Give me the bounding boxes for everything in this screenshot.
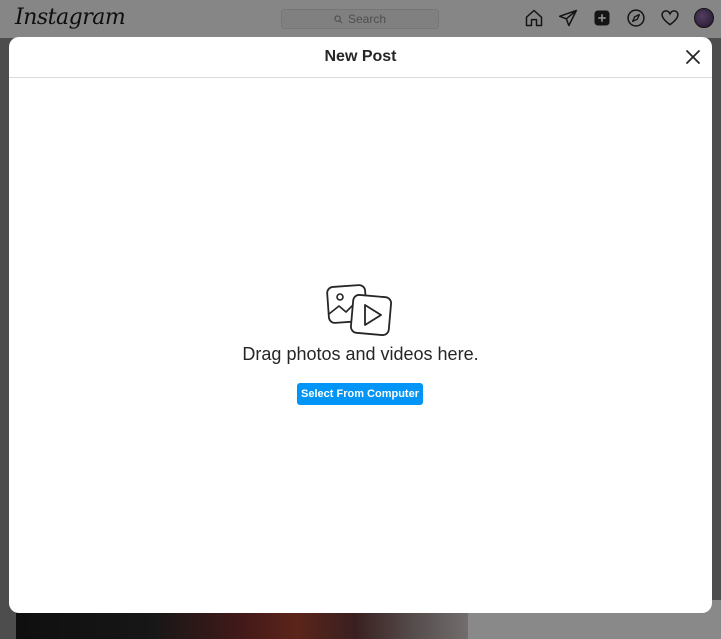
dialog-header: New Post (9, 37, 712, 78)
select-from-computer-button[interactable]: Select From Computer (297, 383, 423, 405)
new-post-dialog: New Post Drag photos and videos here. Se… (9, 37, 712, 613)
dialog-title: New Post (324, 48, 397, 65)
photo-video-icon (326, 284, 392, 336)
drag-prompt: Drag photos and videos here. (242, 344, 479, 364)
close-icon[interactable] (684, 48, 702, 66)
